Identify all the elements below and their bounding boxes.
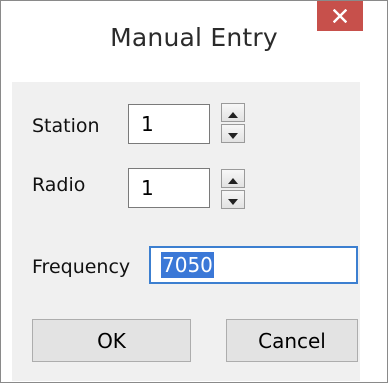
ok-button[interactable]: OK <box>32 319 191 362</box>
frequency-field[interactable]: 7050 <box>149 246 358 284</box>
station-spinner <box>221 103 245 143</box>
station-label: Station <box>32 115 100 137</box>
radio-decrement-button[interactable] <box>221 190 245 209</box>
radio-label: Radio <box>32 174 86 196</box>
station-decrement-button[interactable] <box>221 124 245 143</box>
triangle-down-icon <box>228 124 238 143</box>
station-increment-button[interactable] <box>221 103 245 122</box>
station-field[interactable]: 1 <box>128 104 210 144</box>
triangle-down-icon <box>228 190 238 209</box>
frequency-label: Frequency <box>32 256 131 278</box>
close-icon <box>333 9 347 23</box>
close-button[interactable] <box>317 1 363 31</box>
radio-spinner <box>221 169 245 209</box>
triangle-up-icon <box>228 169 238 188</box>
radio-field[interactable]: 1 <box>128 168 210 208</box>
title-bar[interactable]: Manual Entry <box>1 1 387 82</box>
triangle-up-icon <box>228 103 238 122</box>
frequency-selected-text: 7050 <box>161 252 214 278</box>
radio-increment-button[interactable] <box>221 169 245 188</box>
cancel-button[interactable]: Cancel <box>226 319 358 362</box>
